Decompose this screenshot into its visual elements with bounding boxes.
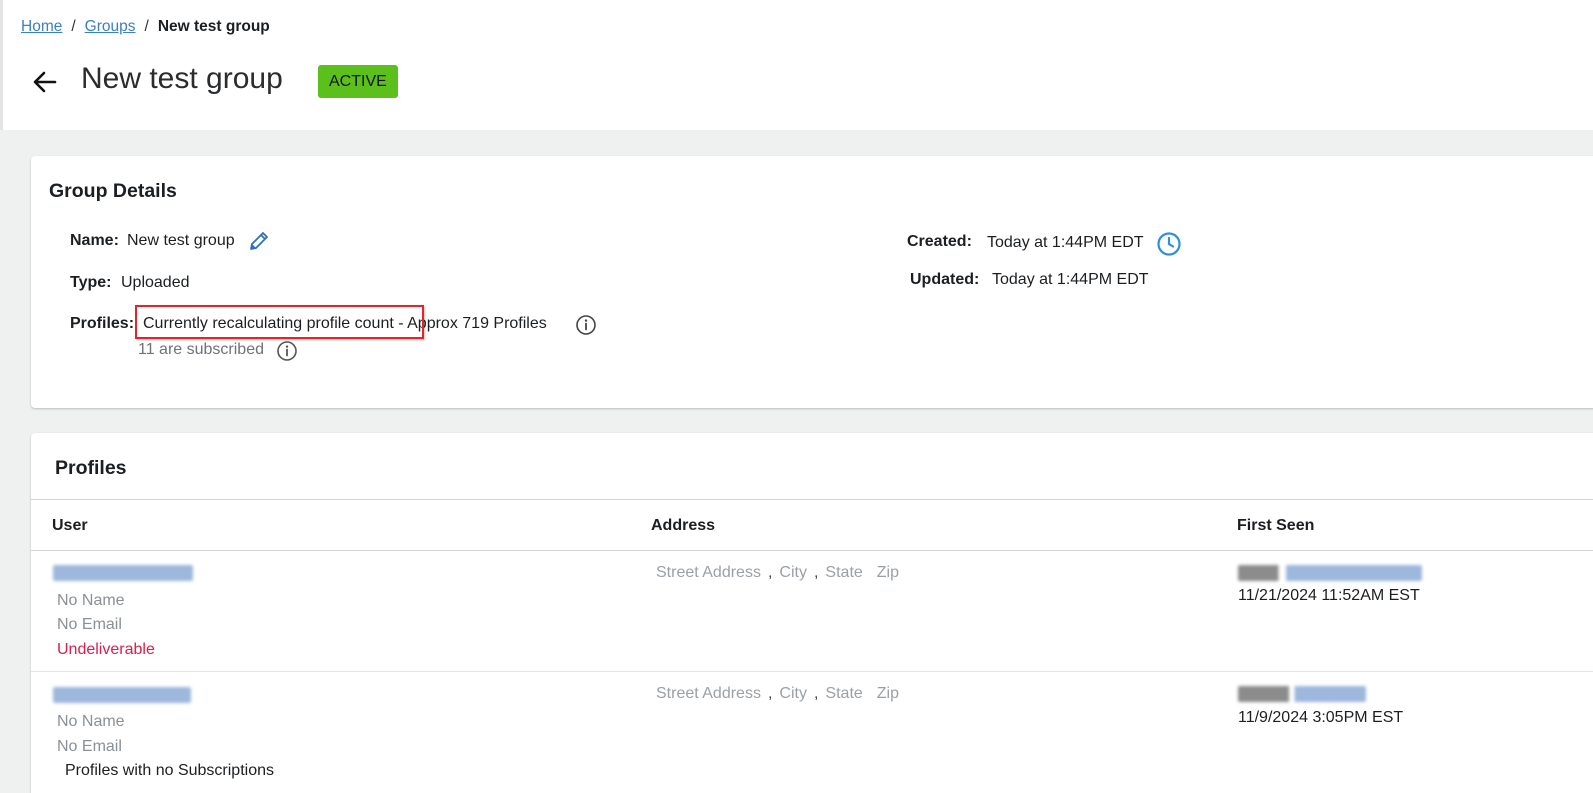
address-cell: Street Address , City , State Zip (656, 564, 899, 582)
updated-value: Today at 1:44PM EDT (992, 271, 1149, 288)
page-title: New test group (81, 62, 283, 95)
address-cell: Street Address , City , State Zip (656, 685, 899, 703)
profiles-label: Profiles: (70, 315, 135, 332)
subscribed-count: 11 are subscribed (138, 341, 264, 358)
group-details-title: Group Details (49, 180, 177, 202)
type-label: Type: (70, 274, 112, 291)
arrow-left-icon (33, 71, 57, 93)
updated-label: Updated: (910, 271, 980, 288)
state-placeholder: State (825, 685, 863, 702)
user-name: No Name (57, 592, 125, 609)
name-value: New test group (127, 232, 235, 249)
street-address-placeholder: Street Address (656, 685, 761, 702)
breadcrumb-separator: / (71, 18, 76, 35)
zip-placeholder: Zip (876, 685, 900, 702)
type-value: Uploaded (121, 274, 190, 291)
profiles-count-value: Currently recalculating profile count - … (143, 315, 547, 332)
user-phone-redacted[interactable] (53, 687, 191, 703)
first-seen-date: 11/9/2024 3:05PM EST (1238, 709, 1404, 726)
address-comma: , (767, 685, 773, 702)
group-details-card (31, 156, 1593, 408)
breadcrumb-home-link[interactable]: Home (21, 18, 62, 36)
address-comma: , (767, 564, 773, 581)
name-label: Name: (70, 232, 119, 249)
clock-icon[interactable] (1156, 231, 1182, 262)
table-header: User Address First Seen (31, 499, 1593, 551)
info-icon[interactable] (276, 340, 298, 367)
column-header-address[interactable]: Address (651, 517, 715, 535)
column-header-first-seen[interactable]: First Seen (1237, 517, 1314, 535)
zip-placeholder: Zip (876, 564, 900, 581)
user-email: No Email (57, 738, 122, 755)
column-header-user[interactable]: User (52, 517, 88, 535)
user-status-undeliverable: Undeliverable (57, 641, 155, 658)
user-phone-redacted[interactable] (53, 565, 193, 581)
user-email: No Email (57, 616, 122, 633)
profiles-title: Profiles (55, 457, 127, 479)
breadcrumb-current: New test group (157, 18, 270, 35)
first-seen-date: 11/21/2024 11:52AM EST (1238, 587, 1420, 604)
city-placeholder: City (779, 685, 807, 702)
created-label: Created: (907, 233, 972, 250)
profiles-card: User Address First Seen (31, 433, 1593, 793)
breadcrumb-separator: / (144, 18, 149, 35)
address-comma: , (813, 685, 819, 702)
created-value: Today at 1:44PM EDT (987, 234, 1144, 251)
pencil-icon[interactable] (248, 230, 270, 257)
breadcrumb: Home / Groups / New test group (21, 18, 270, 36)
state-placeholder: State (825, 564, 863, 581)
city-placeholder: City (779, 564, 807, 581)
status-badge: ACTIVE (318, 65, 398, 98)
first-seen-source-redacted (1238, 565, 1422, 581)
user-status-no-subscriptions: Profiles with no Subscriptions (65, 762, 274, 779)
address-comma: , (813, 564, 819, 581)
back-button[interactable] (30, 67, 60, 97)
first-seen-source-redacted (1238, 686, 1366, 702)
row-divider (31, 671, 1593, 672)
info-icon[interactable] (575, 314, 597, 341)
user-name: No Name (57, 713, 125, 730)
breadcrumb-groups-link[interactable]: Groups (85, 18, 136, 36)
street-address-placeholder: Street Address (656, 564, 761, 581)
